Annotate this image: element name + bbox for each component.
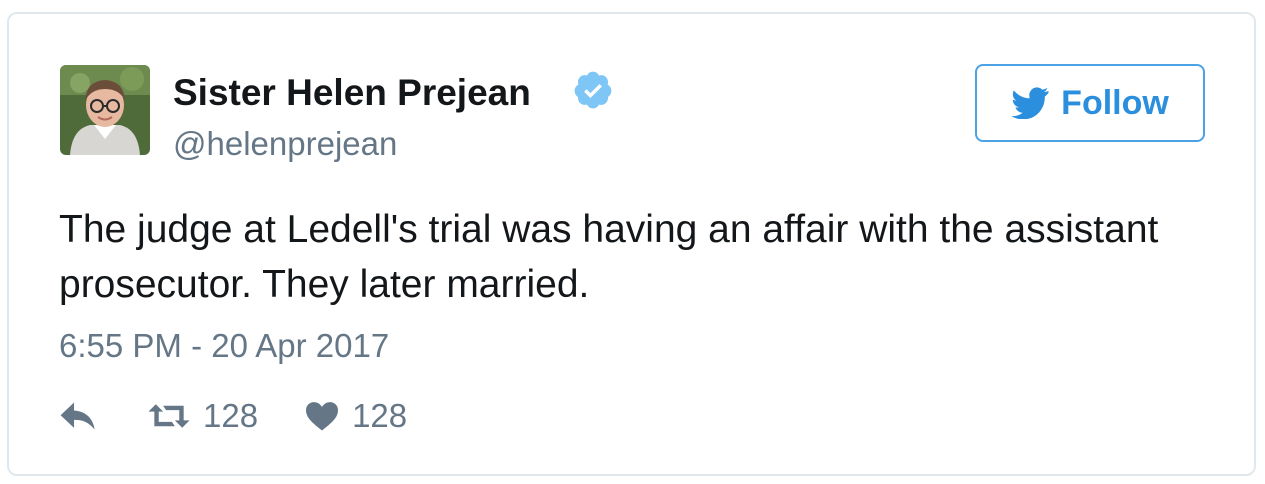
tweet-actions: 128 128 <box>59 394 407 438</box>
verified-badge-icon <box>572 69 614 111</box>
retweet-count: 128 <box>203 397 259 434</box>
retweet-button[interactable]: 128 <box>147 396 258 436</box>
display-name[interactable]: Sister Helen Prejean <box>173 70 531 116</box>
reply-icon <box>60 402 95 430</box>
tweet-timestamp[interactable]: 6:55 PM - 20 Apr 2017 <box>59 325 389 367</box>
follow-label: Follow <box>1061 84 1169 122</box>
user-handle[interactable]: @helenprejean <box>173 123 397 165</box>
profile-photo <box>60 65 150 155</box>
heart-icon <box>306 402 339 431</box>
twitter-bird-icon <box>1011 87 1049 119</box>
retweet-icon <box>148 404 190 428</box>
reply-button[interactable] <box>59 400 97 432</box>
tweet-card: Sister Helen Prejean @helenprejean Follo… <box>7 12 1256 476</box>
follow-button[interactable]: Follow <box>975 64 1205 142</box>
like-count: 128 <box>352 397 408 434</box>
avatar[interactable] <box>60 65 150 155</box>
like-button[interactable]: 128 <box>304 396 407 436</box>
tweet-text: The judge at Ledell's trial was having a… <box>59 208 1159 306</box>
